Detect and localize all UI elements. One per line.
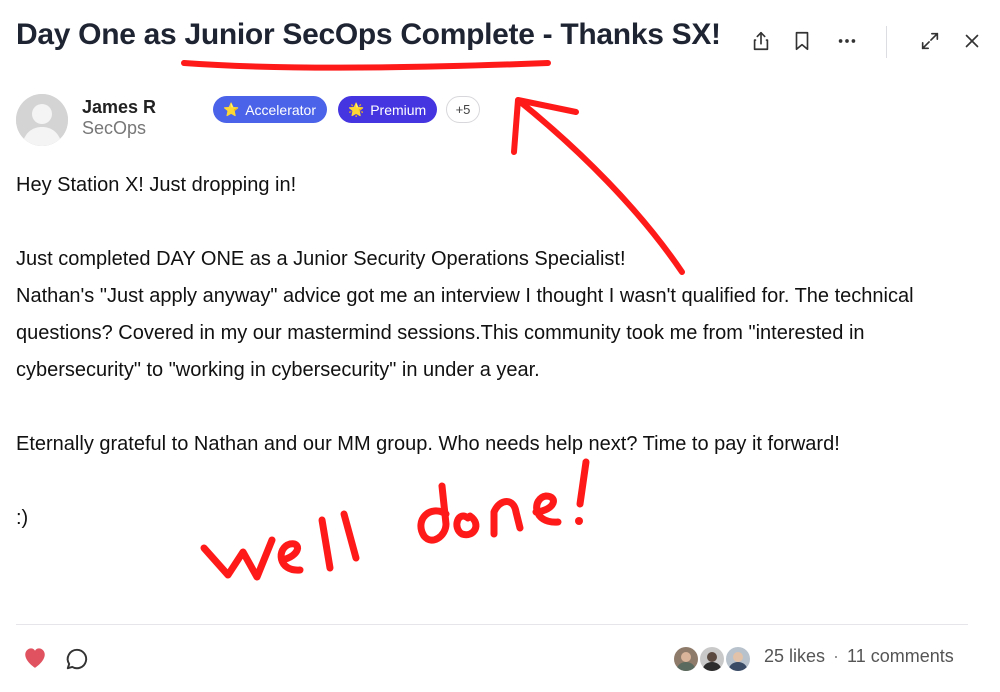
body-paragraph: Just completed DAY ONE as a Junior Secur… <box>16 248 626 270</box>
badges-more-button[interactable]: +5 <box>446 96 480 123</box>
expand-button[interactable] <box>917 28 943 54</box>
share-button[interactable] <box>748 28 774 54</box>
more-dots-icon <box>838 39 856 43</box>
liker-avatar <box>672 645 700 673</box>
liker-avatar <box>724 645 752 673</box>
liker-avatar <box>698 645 726 673</box>
author-name[interactable]: James R <box>82 97 156 118</box>
body-paragraph: :) <box>16 507 29 529</box>
comment-button[interactable] <box>64 646 90 672</box>
comment-bubble-icon <box>66 648 88 670</box>
default-avatar-icon <box>16 94 68 146</box>
post-body: Hey Station X! Just dropping in! Just co… <box>16 167 976 537</box>
heart-icon <box>25 648 45 668</box>
author-role: SecOps <box>82 118 147 138</box>
stats-separator: · <box>833 646 840 666</box>
post-stats: 25 likes · 11 comments <box>764 646 954 667</box>
expand-icon <box>921 32 939 50</box>
post-actions <box>748 26 988 58</box>
body-paragraph: Nathan's "Just apply anyway" advice got … <box>16 285 914 381</box>
title-underline <box>181 60 551 71</box>
badge-accelerator[interactable]: ⭐ Accelerator <box>213 96 327 123</box>
avatar[interactable] <box>16 94 68 146</box>
comments-count[interactable]: 11 comments <box>847 646 954 666</box>
likes-count[interactable]: 25 likes <box>764 646 825 666</box>
close-icon <box>965 34 979 48</box>
post-title: Day One as Junior SecOps Complete - Than… <box>16 18 721 51</box>
share-icon <box>753 31 769 51</box>
badge-label: Premium <box>370 101 427 118</box>
sparkle-star-icon: 🌟 <box>348 101 365 117</box>
star-icon: ⭐ <box>223 101 240 117</box>
bookmark-button[interactable] <box>789 28 815 54</box>
badge-label: Accelerator <box>245 101 316 118</box>
badge-premium[interactable]: 🌟 Premium <box>338 96 438 123</box>
body-paragraph: Eternally grateful to Nathan and our MM … <box>16 433 840 455</box>
close-button[interactable] <box>959 28 985 54</box>
like-button[interactable] <box>22 645 48 669</box>
footer-divider <box>16 624 968 625</box>
more-options-button[interactable] <box>834 28 860 54</box>
toolbar-divider <box>886 26 887 58</box>
likers-avatars[interactable] <box>672 645 752 673</box>
bookmark-icon <box>795 31 809 51</box>
body-paragraph: Hey Station X! Just dropping in! <box>16 174 297 196</box>
